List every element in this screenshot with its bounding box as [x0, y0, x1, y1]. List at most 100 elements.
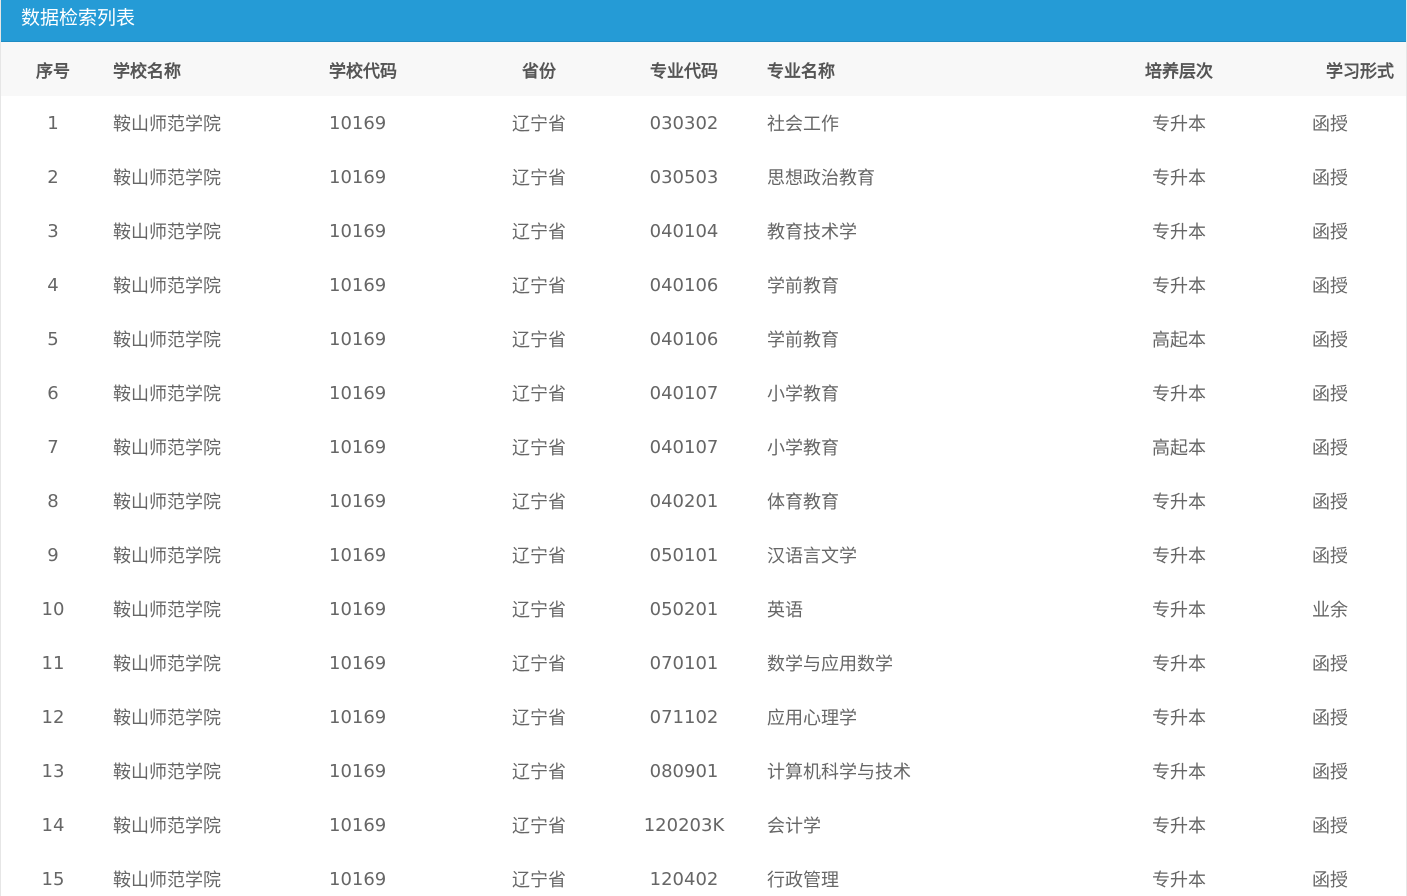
cell-school-name: 鞍山师范学院	[113, 330, 221, 351]
cell-school-code: 10169	[329, 328, 387, 350]
cell-study-form: 函授	[1312, 222, 1348, 243]
cell-school-code: 10169	[329, 544, 387, 566]
panel-title: 数据检索列表	[1, 0, 1406, 42]
cell-major-name: 学前教育	[767, 330, 839, 351]
table-header-row: 序号 学校名称 学校代码 省份 专业代码 专业名称 培养层次 学习形式	[1, 42, 1406, 96]
table-row[interactable]: 9 鞍山师范学院 10169 辽宁省 050101 汉语言文学 专升本 函授	[1, 528, 1406, 582]
cell-study-form: 函授	[1312, 654, 1348, 675]
cell-province: 辽宁省	[512, 276, 566, 297]
cell-index: 4	[47, 274, 59, 296]
cell-study-form: 函授	[1312, 168, 1348, 189]
cell-school-name: 鞍山师范学院	[113, 546, 221, 567]
cell-level: 专升本	[1152, 492, 1206, 513]
cell-school-code: 10169	[329, 274, 387, 296]
cell-province: 辽宁省	[512, 762, 566, 783]
table-row[interactable]: 5 鞍山师范学院 10169 辽宁省 040106 学前教育 高起本 函授	[1, 312, 1406, 366]
table-row[interactable]: 8 鞍山师范学院 10169 辽宁省 040201 体育教育 专升本 函授	[1, 474, 1406, 528]
cell-province: 辽宁省	[512, 330, 566, 351]
cell-major-code: 030503	[649, 166, 719, 188]
cell-major-name: 体育教育	[767, 492, 839, 513]
cell-school-name: 鞍山师范学院	[113, 168, 221, 189]
table-row[interactable]: 11 鞍山师范学院 10169 辽宁省 070101 数学与应用数学 专升本 函授	[1, 636, 1406, 690]
table-row[interactable]: 7 鞍山师范学院 10169 辽宁省 040107 小学教育 高起本 函授	[1, 420, 1406, 474]
cell-study-form: 函授	[1312, 330, 1348, 351]
cell-level: 高起本	[1152, 438, 1206, 459]
cell-school-name: 鞍山师范学院	[113, 438, 221, 459]
cell-province: 辽宁省	[512, 168, 566, 189]
table-row[interactable]: 10 鞍山师范学院 10169 辽宁省 050201 英语 专升本 业余	[1, 582, 1406, 636]
cell-school-name: 鞍山师范学院	[113, 114, 221, 135]
table-row[interactable]: 1 鞍山师范学院 10169 辽宁省 030302 社会工作 专升本 函授	[1, 96, 1406, 150]
cell-school-name: 鞍山师范学院	[113, 762, 221, 783]
cell-study-form: 业余	[1312, 600, 1348, 621]
cell-major-code: 040106	[649, 328, 719, 350]
cell-major-name: 社会工作	[767, 114, 839, 135]
cell-province: 辽宁省	[512, 546, 566, 567]
cell-study-form: 函授	[1312, 384, 1348, 405]
column-header-major-name[interactable]: 专业名称	[759, 42, 1104, 96]
cell-study-form: 函授	[1312, 708, 1348, 729]
cell-school-code: 10169	[329, 760, 387, 782]
cell-province: 辽宁省	[512, 600, 566, 621]
cell-major-code: 050101	[649, 544, 719, 566]
cell-school-code: 10169	[329, 220, 387, 242]
cell-major-name: 数学与应用数学	[767, 654, 893, 675]
cell-index: 2	[47, 166, 59, 188]
table-row[interactable]: 15 鞍山师范学院 10169 辽宁省 120402 行政管理 专升本 函授	[1, 852, 1406, 896]
cell-major-name: 小学教育	[767, 384, 839, 405]
column-header-school-name[interactable]: 学校名称	[105, 42, 321, 96]
cell-school-code: 10169	[329, 706, 387, 728]
table-row[interactable]: 12 鞍山师范学院 10169 辽宁省 071102 应用心理学 专升本 函授	[1, 690, 1406, 744]
table-row[interactable]: 4 鞍山师范学院 10169 辽宁省 040106 学前教育 专升本 函授	[1, 258, 1406, 312]
cell-index: 8	[47, 490, 59, 512]
column-header-major-code[interactable]: 专业代码	[609, 42, 759, 96]
table-row[interactable]: 14 鞍山师范学院 10169 辽宁省 120203K 会计学 专升本 函授	[1, 798, 1406, 852]
cell-index: 3	[47, 220, 59, 242]
cell-level: 专升本	[1152, 276, 1206, 297]
cell-major-code: 040107	[649, 436, 719, 458]
table-row[interactable]: 13 鞍山师范学院 10169 辽宁省 080901 计算机科学与技术 专升本 函授	[1, 744, 1406, 798]
cell-major-name: 计算机科学与技术	[767, 762, 911, 783]
cell-study-form: 函授	[1312, 546, 1348, 567]
table-body: 1 鞍山师范学院 10169 辽宁省 030302 社会工作 专升本 函授 2 鞍山师范学院 101…	[1, 96, 1406, 896]
column-header-study-form[interactable]: 学习形式	[1254, 42, 1406, 96]
cell-major-name: 汉语言文学	[767, 546, 857, 567]
cell-major-code: 040106	[649, 274, 719, 296]
column-header-school-code[interactable]: 学校代码	[321, 42, 469, 96]
cell-school-name: 鞍山师范学院	[113, 870, 221, 891]
cell-school-code: 10169	[329, 868, 387, 890]
data-table: 序号 学校名称 学校代码 省份 专业代码 专业名称 培养层次 学习形式 1 鞍山师…	[1, 42, 1406, 896]
cell-level: 专升本	[1152, 708, 1206, 729]
table-row[interactable]: 2 鞍山师范学院 10169 辽宁省 030503 思想政治教育 专升本 函授	[1, 150, 1406, 204]
cell-study-form: 函授	[1312, 816, 1348, 837]
cell-major-code: 080901	[649, 760, 719, 782]
cell-study-form: 函授	[1312, 114, 1348, 135]
cell-major-name: 会计学	[767, 816, 821, 837]
cell-major-name: 教育技术学	[767, 222, 857, 243]
cell-province: 辽宁省	[512, 708, 566, 729]
cell-major-code: 071102	[649, 706, 719, 728]
cell-province: 辽宁省	[512, 870, 566, 891]
cell-school-code: 10169	[329, 652, 387, 674]
cell-province: 辽宁省	[512, 492, 566, 513]
cell-province: 辽宁省	[512, 816, 566, 837]
cell-school-name: 鞍山师范学院	[113, 654, 221, 675]
cell-index: 12	[41, 706, 65, 728]
data-list-panel: 数据检索列表 序号 学校名称 学校代码 省份 专业代码 专业名称 培养层次 学习…	[0, 0, 1407, 896]
cell-level: 专升本	[1152, 870, 1206, 891]
cell-level: 专升本	[1152, 546, 1206, 567]
cell-study-form: 函授	[1312, 492, 1348, 513]
cell-index: 11	[41, 652, 65, 674]
column-header-level[interactable]: 培养层次	[1104, 42, 1254, 96]
cell-major-code: 040201	[649, 490, 719, 512]
table-row[interactable]: 3 鞍山师范学院 10169 辽宁省 040104 教育技术学 专升本 函授	[1, 204, 1406, 258]
table-row[interactable]: 6 鞍山师范学院 10169 辽宁省 040107 小学教育 专升本 函授	[1, 366, 1406, 420]
column-header-index[interactable]: 序号	[1, 42, 105, 96]
cell-level: 专升本	[1152, 384, 1206, 405]
column-header-province[interactable]: 省份	[469, 42, 609, 96]
cell-major-name: 小学教育	[767, 438, 839, 459]
cell-school-name: 鞍山师范学院	[113, 708, 221, 729]
cell-school-code: 10169	[329, 490, 387, 512]
cell-major-name: 英语	[767, 600, 803, 621]
cell-province: 辽宁省	[512, 384, 566, 405]
